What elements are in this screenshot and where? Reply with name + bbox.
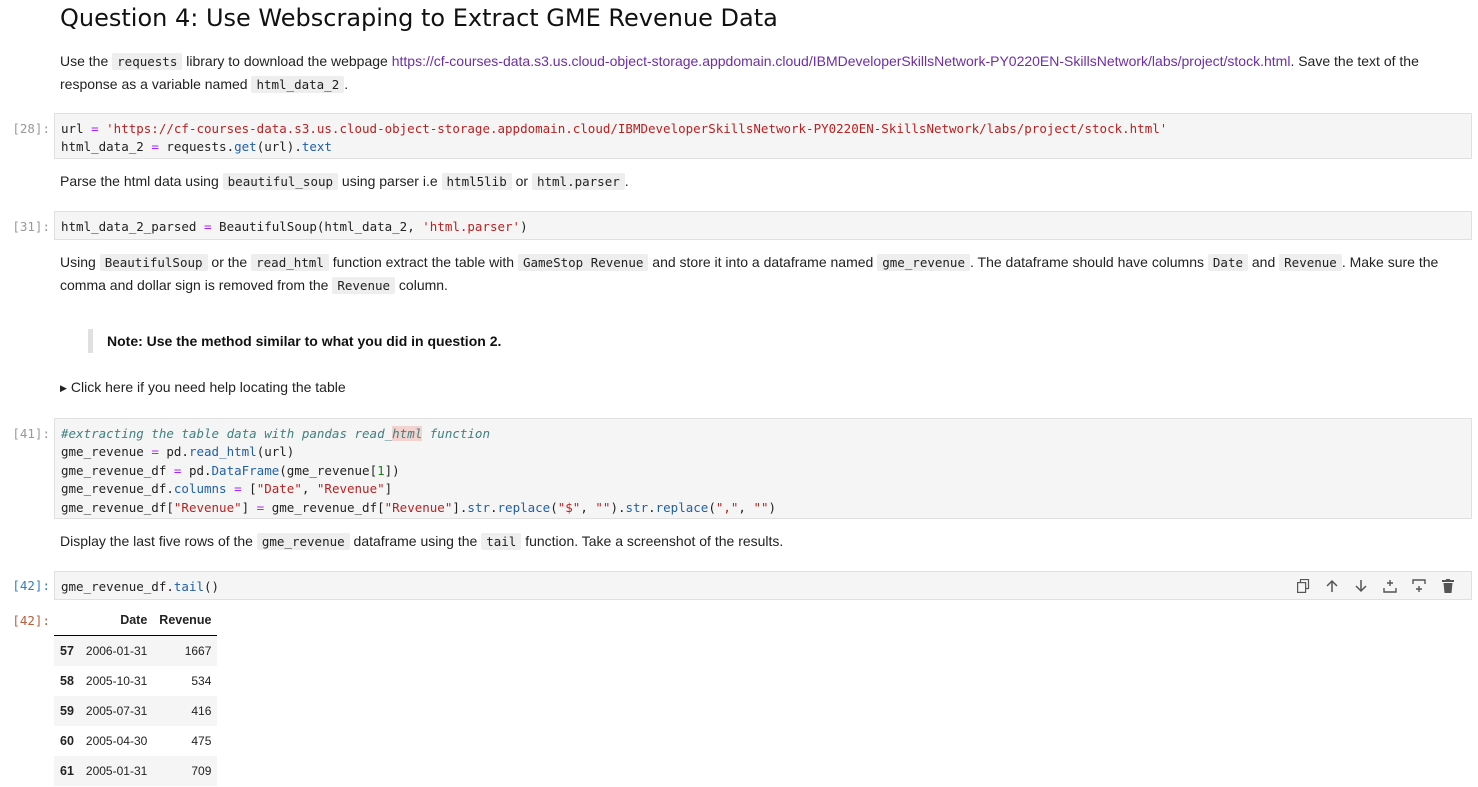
inline-code: Date (1207, 254, 1248, 271)
column-header-revenue: Revenue (153, 605, 218, 636)
code-editor[interactable]: html_data_2_parsed = BeautifulSoup(html_… (55, 212, 1471, 242)
delete-icon[interactable] (1439, 577, 1457, 595)
stock-page-link[interactable]: https://cf-courses-data.s3.us.cloud-obje… (392, 53, 1291, 69)
column-header-date: Date (79, 605, 154, 636)
inline-code: html5lib (441, 173, 512, 190)
cell-prompt: [42]: (12, 578, 50, 593)
details-summary: Click here if you need help locating the… (70, 379, 346, 395)
inline-code: Revenue (1279, 254, 1342, 271)
inline-code: BeautifulSoup (99, 254, 208, 271)
code-cell-31[interactable]: html_data_2_parsed = BeautifulSoup(html_… (54, 211, 1472, 240)
inline-code: Revenue (332, 277, 396, 294)
insert-below-icon[interactable] (1410, 577, 1428, 595)
dataframe-output: Date Revenue 57 2006-01-31 1667 58 2005-10-… (54, 605, 218, 786)
code-cell-28[interactable]: url = 'https://cf-courses-data.s3.us.clo… (54, 113, 1472, 159)
inline-code: html.parser (531, 173, 625, 190)
table-header-row: Date Revenue (54, 605, 218, 636)
code-cell-41[interactable]: #extracting the table data with pandas r… (54, 418, 1472, 519)
cell-toolbar (1294, 577, 1457, 595)
table-row: 58 2005-10-31 534 (60, 674, 212, 688)
note-blockquote: Note: Use the method similar to what you… (88, 329, 501, 353)
inline-code: read_html (251, 254, 329, 271)
inline-code: GameStop Revenue (517, 254, 649, 271)
table-row: 61 2005-01-31 709 (54, 756, 218, 786)
display-markdown: Display the last five rows of the gme_re… (60, 533, 784, 550)
inline-code: gme_revenue (256, 533, 350, 550)
code-cell-42[interactable]: gme_revenue_df.tail() (54, 571, 1472, 600)
parse-markdown: Parse the html data using beautiful_soup… (60, 173, 629, 190)
inline-code: requests (112, 53, 183, 70)
inline-code: tail (481, 533, 522, 550)
inline-code: gme_revenue (877, 254, 970, 271)
cell-prompt: [31]: (12, 219, 50, 234)
caret-right-icon: ▶ (60, 383, 67, 393)
table-row: 60 2005-04-30 475 (60, 734, 212, 748)
extract-markdown: Using BeautifulSoup or the read_html fun… (60, 254, 1439, 294)
table-row: 59 2005-07-31 416 (54, 696, 218, 726)
cell-prompt: [41]: (12, 426, 50, 441)
output-prompt: [42]: (12, 613, 50, 628)
insert-above-icon[interactable] (1381, 577, 1399, 595)
question-heading: Question 4: Use Webscraping to Extract G… (60, 4, 778, 32)
code-editor[interactable]: #extracting the table data with pandas r… (55, 419, 1471, 523)
inline-code: html_data_2 (251, 76, 345, 93)
intro-markdown: Use the requests library to download the… (60, 53, 1419, 93)
inline-code: beautiful_soup (222, 173, 339, 190)
cell-prompt: [28]: (12, 121, 50, 136)
help-details-toggle[interactable]: ▶ Click here if you need help locating th… (60, 379, 346, 395)
code-editor[interactable]: url = 'https://cf-courses-data.s3.us.clo… (55, 114, 1471, 163)
move-up-icon[interactable] (1323, 577, 1341, 595)
table-row: 57 2006-01-31 1667 (54, 635, 218, 666)
code-editor[interactable]: gme_revenue_df.tail() (55, 572, 1471, 602)
move-down-icon[interactable] (1352, 577, 1370, 595)
copy-icon[interactable] (1294, 577, 1312, 595)
